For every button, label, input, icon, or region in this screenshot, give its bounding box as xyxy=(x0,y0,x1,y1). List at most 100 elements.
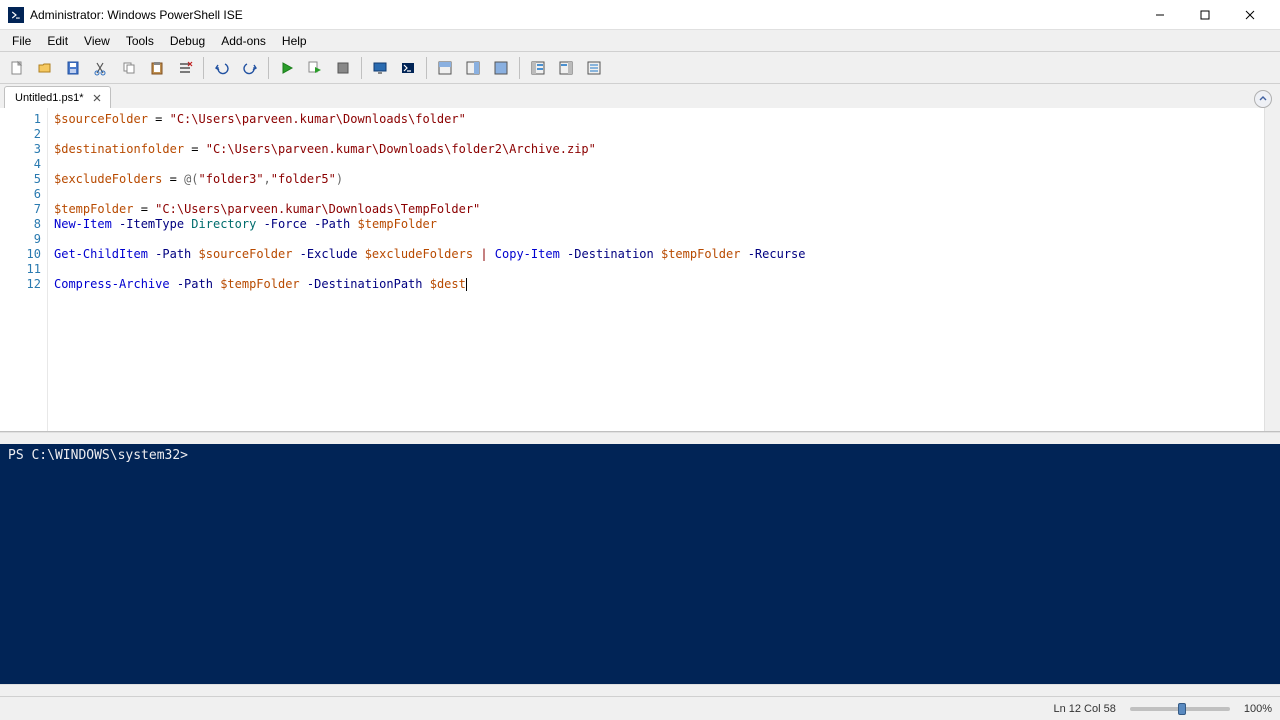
show-command-icon[interactable] xyxy=(525,55,551,81)
remote-icon[interactable] xyxy=(367,55,393,81)
code-token: -Path xyxy=(155,247,191,261)
code-token: -DestinationPath xyxy=(307,277,423,291)
script-editor-pane: 123456789101112 $sourceFolder = "C:\User… xyxy=(0,108,1280,432)
copy-icon[interactable] xyxy=(116,55,142,81)
tab-close-icon[interactable] xyxy=(90,91,104,105)
code-token: $sourceFolder xyxy=(199,247,293,261)
console-prompt: PS C:\WINDOWS\system32> xyxy=(8,448,188,463)
status-bar: Ln 12 Col 58 100% xyxy=(0,696,1280,720)
code-token xyxy=(488,247,495,261)
code-line[interactable] xyxy=(54,187,1258,202)
code-token xyxy=(300,277,307,291)
toolbar-separator xyxy=(361,57,362,79)
file-tab[interactable]: Untitled1.ps1* xyxy=(4,86,111,108)
line-number: 11 xyxy=(0,262,41,277)
code-line[interactable] xyxy=(54,157,1258,172)
maximize-button[interactable] xyxy=(1182,1,1227,29)
code-token: -Force xyxy=(264,217,307,231)
script-pane-right-icon[interactable] xyxy=(460,55,486,81)
toolbar-separator xyxy=(519,57,520,79)
text-cursor xyxy=(466,278,467,291)
zoom-slider[interactable] xyxy=(1130,707,1230,711)
code-line[interactable]: $sourceFolder = "C:\Users\parveen.kumar\… xyxy=(54,112,1258,127)
code-token: $destinationfolder xyxy=(54,142,184,156)
menu-view[interactable]: View xyxy=(76,32,118,50)
menu-edit[interactable]: Edit xyxy=(39,32,76,50)
script-pane-max-icon[interactable] xyxy=(488,55,514,81)
code-line[interactable] xyxy=(54,127,1258,142)
code-token: -Recurse xyxy=(748,247,806,261)
code-token: $excludeFolders xyxy=(54,172,162,186)
console-horizontal-scrollbar[interactable] xyxy=(0,684,1280,696)
window-title: Administrator: Windows PowerShell ISE xyxy=(30,8,1137,22)
line-number: 12 xyxy=(0,277,41,292)
code-token: $tempFolder xyxy=(220,277,299,291)
code-line[interactable] xyxy=(54,262,1258,277)
code-token xyxy=(357,247,364,261)
code-token: -Exclude xyxy=(300,247,358,261)
code-token: | xyxy=(480,247,487,261)
command-addon-icon[interactable] xyxy=(553,55,579,81)
code-token: Compress-Archive xyxy=(54,277,170,291)
open-icon[interactable] xyxy=(32,55,58,81)
expand-script-pane-icon[interactable] xyxy=(1254,90,1272,108)
line-number: 8 xyxy=(0,217,41,232)
line-number: 2 xyxy=(0,127,41,142)
code-token xyxy=(170,277,177,291)
menu-tools[interactable]: Tools xyxy=(118,32,162,50)
options-icon[interactable] xyxy=(581,55,607,81)
redo-icon[interactable] xyxy=(237,55,263,81)
code-line[interactable]: Get-ChildItem -Path $sourceFolder -Exclu… xyxy=(54,247,1258,262)
code-line[interactable]: $excludeFolders = @("folder3","folder5") xyxy=(54,172,1258,187)
zoom-slider-thumb[interactable] xyxy=(1178,703,1186,715)
code-token: $sourceFolder xyxy=(54,112,148,126)
code-token: , xyxy=(264,172,271,186)
menu-file[interactable]: File xyxy=(4,32,39,50)
code-token xyxy=(112,217,119,231)
close-button[interactable] xyxy=(1227,1,1272,29)
undo-icon[interactable] xyxy=(209,55,235,81)
minimize-button[interactable] xyxy=(1137,1,1182,29)
code-token xyxy=(256,217,263,231)
cut-icon[interactable] xyxy=(88,55,114,81)
code-token: $excludeFolders xyxy=(365,247,473,261)
line-number: 6 xyxy=(0,187,41,202)
code-token: = xyxy=(133,202,155,216)
code-token: -Path xyxy=(177,277,213,291)
tab-bar: Untitled1.ps1* xyxy=(0,84,1280,108)
code-token: ) xyxy=(336,172,343,186)
clear-icon[interactable] xyxy=(172,55,198,81)
paste-icon[interactable] xyxy=(144,55,170,81)
toolbar-separator xyxy=(268,57,269,79)
stop-icon[interactable] xyxy=(330,55,356,81)
console-pane[interactable]: PS C:\WINDOWS\system32> xyxy=(0,444,1280,684)
menu-add-ons[interactable]: Add-ons xyxy=(213,32,274,50)
menu-debug[interactable]: Debug xyxy=(162,32,213,50)
code-line[interactable]: New-Item -ItemType Directory -Force -Pat… xyxy=(54,217,1258,232)
save-icon[interactable] xyxy=(60,55,86,81)
line-number: 10 xyxy=(0,247,41,262)
menu-help[interactable]: Help xyxy=(274,32,315,50)
code-token: = xyxy=(162,172,184,186)
line-number: 1 xyxy=(0,112,41,127)
run-script-icon[interactable] xyxy=(274,55,300,81)
line-number: 3 xyxy=(0,142,41,157)
script-pane-top-icon[interactable] xyxy=(432,55,458,81)
app-icon xyxy=(8,7,24,23)
code-token: Copy-Item xyxy=(495,247,560,261)
powershell-icon[interactable] xyxy=(395,55,421,81)
code-line[interactable]: Compress-Archive -Path $tempFolder -Dest… xyxy=(54,277,1258,292)
code-line[interactable]: $tempFolder = "C:\Users\parveen.kumar\Do… xyxy=(54,202,1258,217)
new-icon[interactable] xyxy=(4,55,30,81)
code-token xyxy=(560,247,567,261)
code-line[interactable] xyxy=(54,232,1258,247)
run-selection-icon[interactable] xyxy=(302,55,328,81)
code-editor[interactable]: $sourceFolder = "C:\Users\parveen.kumar\… xyxy=(48,108,1264,431)
line-number: 7 xyxy=(0,202,41,217)
code-line[interactable]: $destinationfolder = "C:\Users\parveen.k… xyxy=(54,142,1258,157)
code-token: $dest xyxy=(430,277,466,291)
editor-vertical-scrollbar[interactable] xyxy=(1264,108,1280,431)
titlebar: Administrator: Windows PowerShell ISE xyxy=(0,0,1280,30)
editor-horizontal-scrollbar[interactable] xyxy=(0,432,1280,444)
code-token: "C:\Users\parveen.kumar\Downloads\folder… xyxy=(206,142,596,156)
